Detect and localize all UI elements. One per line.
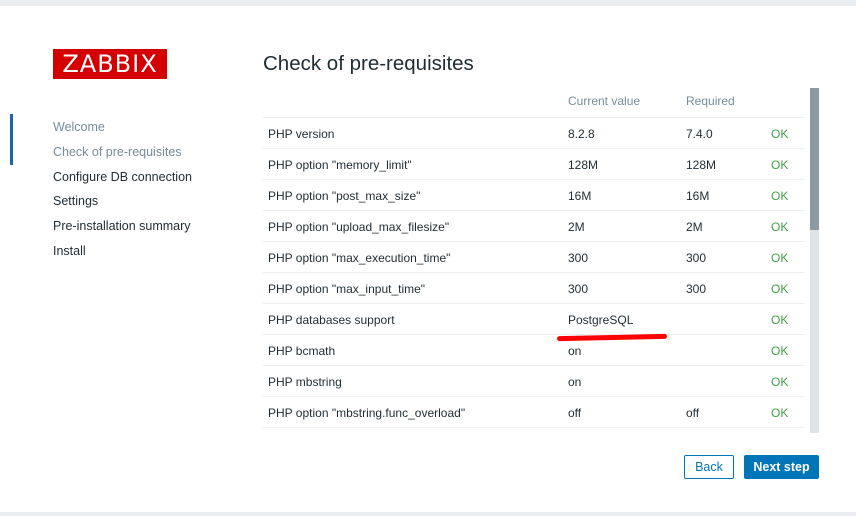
step-settings: Settings [53, 194, 99, 208]
step-check-prerequisites: Check of pre-requisites [53, 145, 182, 159]
table-row: PHP bcmath on OK [263, 334, 804, 366]
table-row: PHP option "upload_max_filesize" 2M 2M O… [263, 210, 804, 242]
row-current: 300 [568, 251, 589, 265]
table-row-partial [263, 427, 804, 433]
table-row: PHP mbstring on OK [263, 365, 804, 397]
row-name: PHP bcmath [268, 344, 336, 358]
row-name: PHP option "upload_max_filesize" [268, 220, 450, 234]
row-status: OK [771, 313, 789, 327]
row-status: OK [771, 282, 789, 296]
row-name: PHP option "max_input_time" [268, 282, 426, 296]
step-pre-installation-summary: Pre-installation summary [53, 219, 191, 233]
row-required: 300 [686, 251, 707, 265]
step-configure-db: Configure DB connection [53, 170, 192, 184]
row-required: 16M [686, 189, 710, 203]
row-current: 300 [568, 282, 589, 296]
row-name: PHP version [268, 127, 335, 141]
row-current: 8.2.8 [568, 127, 595, 141]
row-name: PHP mbstring [268, 375, 342, 389]
row-status: OK [771, 375, 789, 389]
row-current: off [568, 406, 582, 420]
row-status: OK [771, 189, 789, 203]
page-title: Check of pre-requisites [263, 52, 474, 75]
row-required: 300 [686, 282, 707, 296]
table-row: PHP databases support PostgreSQL OK [263, 303, 804, 335]
table-row: PHP option "max_input_time" 300 300 OK [263, 272, 804, 304]
row-name: PHP option "post_max_size" [268, 189, 421, 203]
step-welcome: Welcome [53, 120, 105, 134]
row-required: 128M [686, 158, 717, 172]
prerequisites-table[interactable]: Current value Required PHP version 8.2.8… [263, 88, 806, 433]
header-current-value: Current value [568, 94, 641, 108]
row-name: PHP option "max_execution_time" [268, 251, 451, 265]
header-required: Required [686, 94, 735, 108]
row-name: PHP option "memory_limit" [268, 158, 412, 172]
row-status: OK [771, 406, 789, 420]
row-required: off [686, 406, 700, 420]
row-status: OK [771, 251, 789, 265]
row-status: OK [771, 220, 789, 234]
row-current: on [568, 344, 582, 358]
table-row: PHP option "mbstring.func_overload" off … [263, 396, 804, 428]
table-row: PHP option "max_execution_time" 300 300 … [263, 241, 804, 273]
step-install: Install [53, 244, 86, 258]
row-name: PHP option "mbstring.func_overload" [268, 406, 466, 420]
row-name: PHP databases support [268, 313, 395, 327]
row-current: 16M [568, 189, 592, 203]
row-required: 7.4.0 [686, 127, 713, 141]
back-button[interactable]: Back [684, 455, 734, 479]
row-current: on [568, 375, 582, 389]
scrollbar-thumb[interactable] [810, 88, 819, 230]
active-step-indicator [10, 114, 13, 165]
row-current: 2M [568, 220, 585, 234]
zabbix-logo: ZABBIX [53, 49, 167, 79]
row-required: 2M [686, 220, 703, 234]
table-scrollbar[interactable] [810, 88, 819, 433]
table-row: PHP option "post_max_size" 16M 16M OK [263, 179, 804, 211]
row-current: PostgreSQL [568, 313, 634, 327]
table-row: PHP version 8.2.8 7.4.0 OK [263, 117, 804, 149]
next-step-button[interactable]: Next step [744, 455, 819, 479]
row-status: OK [771, 158, 789, 172]
row-current: 128M [568, 158, 599, 172]
table-row: PHP option "memory_limit" 128M 128M OK [263, 148, 804, 180]
row-status: OK [771, 127, 789, 141]
row-status: OK [771, 344, 789, 358]
